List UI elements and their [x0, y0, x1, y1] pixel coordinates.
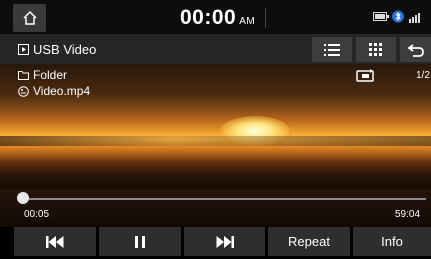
status-divider: [265, 8, 266, 28]
home-button[interactable]: [13, 4, 46, 32]
signal-icon: [409, 12, 420, 23]
folder-info: Folder: [18, 68, 67, 82]
video-file-icon: [18, 85, 29, 97]
video-frame-horizon: [0, 159, 431, 189]
status-icons: [373, 10, 423, 23]
media-source: USB Video: [18, 42, 96, 57]
repeat-button[interactable]: Repeat: [268, 227, 350, 256]
pause-icon: [135, 235, 145, 248]
pause-button[interactable]: [99, 227, 181, 256]
grid-menu-icon: [369, 42, 382, 56]
progress-bar[interactable]: [22, 198, 426, 200]
folder-name: Folder: [33, 68, 68, 82]
video-frame-clouds: [0, 136, 431, 146]
back-icon: [407, 43, 424, 57]
usb-video-icon: [18, 44, 29, 55]
video-display[interactable]: Folder Video.mp4 1/2 00:05 59:04: [0, 64, 431, 227]
total-time: 59:04: [395, 209, 421, 220]
progress-knob[interactable]: [16, 192, 29, 204]
info-button[interactable]: Info: [353, 227, 431, 256]
skip-next-icon: [216, 235, 234, 248]
file-name: Video.mp4: [33, 84, 91, 98]
current-time: 00:05: [24, 209, 50, 220]
source-label: USB Video: [33, 42, 97, 57]
repeat-folder-icon[interactable]: [356, 69, 376, 83]
playback-controls: Repeat Info: [0, 227, 431, 259]
clock-ampm: AM: [239, 16, 256, 27]
menu-button[interactable]: [356, 37, 396, 62]
bluetooth-icon: [392, 10, 404, 23]
status-bar: 00:00 AM: [0, 0, 431, 34]
previous-button[interactable]: [14, 227, 96, 256]
folder-icon: [18, 71, 29, 80]
clock-time: 00:00: [180, 6, 237, 29]
skip-previous-icon: [46, 235, 64, 248]
home-icon: [22, 10, 37, 25]
next-button[interactable]: [184, 227, 265, 256]
track-counter: 1/2: [416, 70, 430, 81]
media-header: USB Video: [0, 34, 431, 64]
battery-icon: [373, 12, 389, 21]
back-button[interactable]: [400, 37, 431, 62]
list-icon: [324, 43, 340, 56]
file-info: Video.mp4: [18, 84, 90, 98]
list-button[interactable]: [312, 37, 352, 62]
clock: 00:00 AM: [180, 6, 255, 30]
